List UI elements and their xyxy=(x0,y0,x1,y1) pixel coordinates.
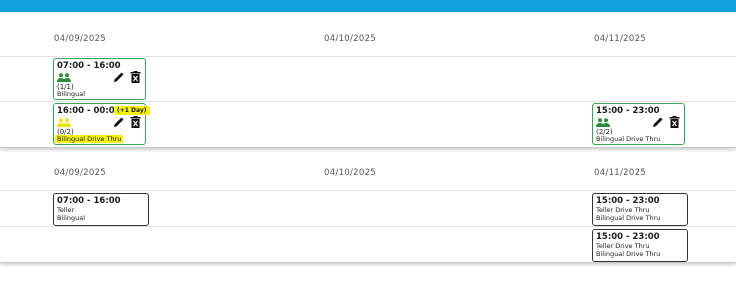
next-day-badge: (+1 Day) xyxy=(114,106,150,115)
assignment-role: Bilingual Drive Thru xyxy=(596,250,661,258)
date-header: 04/11/2025 xyxy=(594,34,646,44)
date-header: 04/09/2025 xyxy=(54,168,106,178)
delete-icon[interactable] xyxy=(669,116,680,128)
shift-card[interactable]: 07:00 - 16:00 (1/1) Bilingual xyxy=(53,58,146,100)
shift-role: Bilingual Drive Thru xyxy=(596,135,661,143)
shift-card[interactable]: 16:00 - 00:00 (+1 Day) (0/2) Bilingual D… xyxy=(53,103,150,145)
assignment-card[interactable]: 07:00 - 16:00 Teller Bilingual xyxy=(53,193,149,226)
assignment-card[interactable]: 15:00 - 23:00 Teller Drive Thru Bilingua… xyxy=(592,193,688,226)
row-divider xyxy=(0,226,736,227)
assignment-position: Teller Drive Thru xyxy=(596,206,650,214)
assignment-time: 15:00 - 23:00 xyxy=(596,196,660,206)
assignment-time: 15:00 - 23:00 xyxy=(596,232,660,242)
shift-time: 15:00 - 23:00 xyxy=(596,106,660,116)
shift-schedule-panel: 04/09/2025 04/10/2025 04/11/2025 07:00 -… xyxy=(0,12,736,148)
row-divider xyxy=(0,190,736,191)
assignment-role: Bilingual xyxy=(57,214,86,222)
edit-icon[interactable] xyxy=(113,71,125,83)
delete-icon[interactable] xyxy=(130,116,141,128)
people-icon xyxy=(57,73,71,82)
delete-icon[interactable] xyxy=(130,71,141,83)
top-bar xyxy=(0,0,736,12)
assignment-time: 07:00 - 16:00 xyxy=(57,196,121,206)
assignment-position: Teller Drive Thru xyxy=(596,242,650,250)
date-header: 04/11/2025 xyxy=(594,168,646,178)
edit-icon[interactable] xyxy=(113,116,125,128)
date-header: 04/10/2025 xyxy=(324,34,376,44)
shift-card[interactable]: 15:00 - 23:00 (2/2) Bilingual Drive Thru xyxy=(592,103,685,145)
date-header: 04/09/2025 xyxy=(54,34,106,44)
people-icon xyxy=(596,118,610,127)
assignment-card[interactable]: 15:00 - 23:00 Teller Drive Thru Bilingua… xyxy=(592,229,688,262)
people-icon xyxy=(57,118,71,127)
shift-role: Bilingual xyxy=(57,90,86,98)
row-divider xyxy=(0,56,736,57)
shift-role: Bilingual Drive Thru xyxy=(55,135,124,143)
date-header: 04/10/2025 xyxy=(324,168,376,178)
assignment-panel: 04/09/2025 04/10/2025 04/11/2025 07:00 -… xyxy=(0,152,736,263)
row-divider xyxy=(0,101,736,102)
shift-time: 07:00 - 16:00 xyxy=(57,61,121,71)
assignment-position: Teller xyxy=(57,206,75,214)
edit-icon[interactable] xyxy=(652,116,664,128)
assignment-role: Bilingual Drive Thru xyxy=(596,214,661,222)
